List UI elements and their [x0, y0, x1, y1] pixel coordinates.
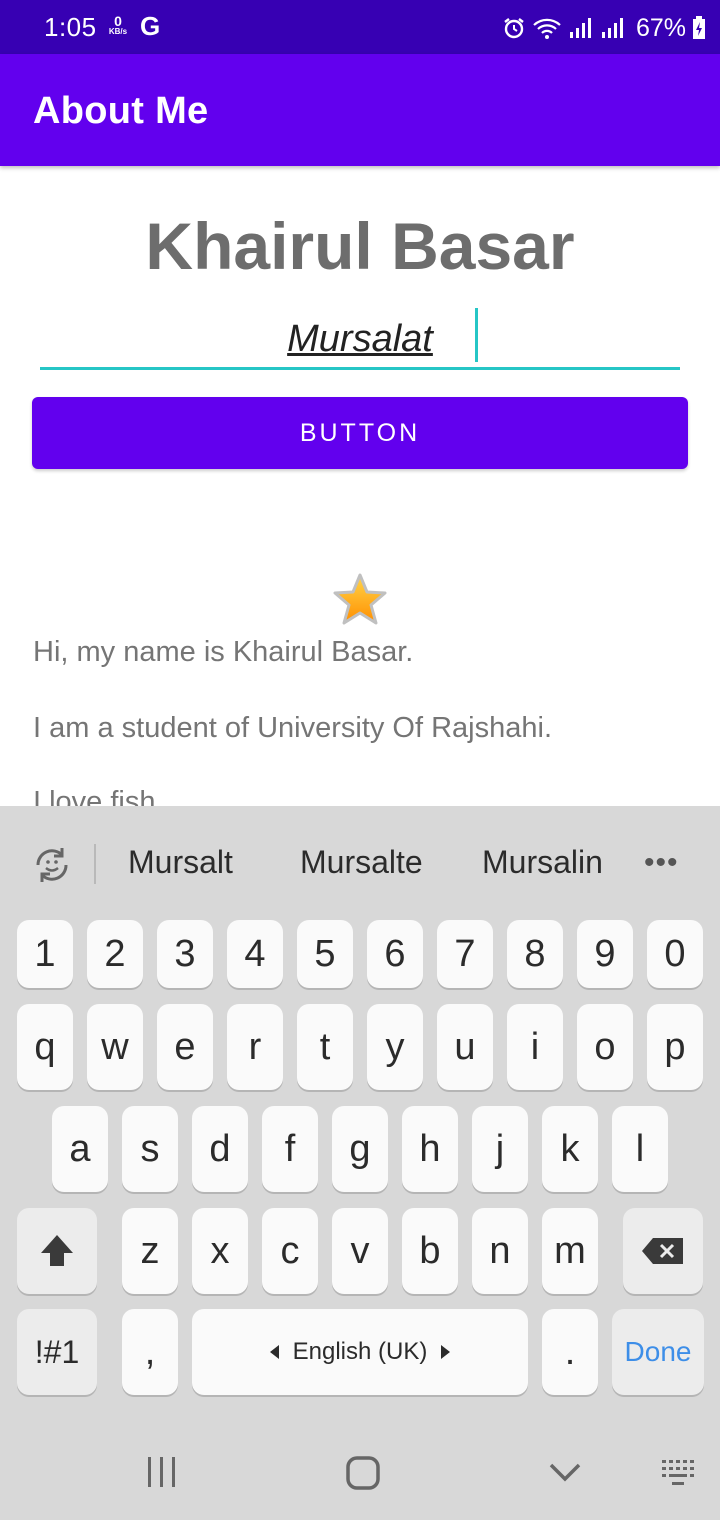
key-6[interactable]: 6: [367, 920, 423, 988]
key-t[interactable]: t: [297, 1004, 353, 1090]
network-speed: 0 KB/s: [104, 14, 132, 36]
done-key[interactable]: Done: [612, 1309, 704, 1395]
language-right-icon: [441, 1345, 451, 1359]
shift-icon: [41, 1235, 73, 1266]
app-title: About Me: [33, 90, 209, 132]
key-5[interactable]: 5: [297, 920, 353, 988]
done-button[interactable]: BUTTON: [32, 397, 688, 469]
google-icon: G: [140, 11, 161, 41]
key-4[interactable]: 4: [227, 920, 283, 988]
key-r[interactable]: r: [227, 1004, 283, 1090]
battery-icon: [693, 16, 705, 39]
key-d[interactable]: d: [192, 1106, 248, 1192]
symbols-key[interactable]: !#1: [17, 1309, 97, 1395]
key-o[interactable]: o: [577, 1004, 633, 1090]
key-3[interactable]: 3: [157, 920, 213, 988]
key-m[interactable]: m: [542, 1208, 598, 1294]
key-1[interactable]: 1: [17, 920, 73, 988]
suggestion-item[interactable]: Mursalin: [482, 844, 603, 881]
key-n[interactable]: n: [472, 1208, 528, 1294]
status-icons: 67%: [502, 14, 706, 42]
navigation-bar: [0, 1426, 720, 1520]
hide-keyboard-icon[interactable]: [548, 1454, 582, 1490]
language-left-icon: [269, 1345, 279, 1359]
nickname-input[interactable]: [40, 308, 680, 366]
star-icon: [333, 573, 387, 625]
recent-apps-icon[interactable]: [146, 1454, 178, 1490]
shift-key[interactable]: [17, 1208, 97, 1294]
suggestion-item[interactable]: Mursalte: [300, 844, 423, 881]
keyboard-switch-icon[interactable]: [660, 1454, 700, 1490]
wifi-icon: [533, 18, 561, 39]
key-v[interactable]: v: [332, 1208, 388, 1294]
battery-percent: 67%: [635, 13, 686, 42]
signal-icon: [569, 18, 591, 38]
network-speed-unit: KB/s: [108, 27, 128, 36]
key-g[interactable]: g: [332, 1106, 388, 1192]
soft-keyboard: Mursalt Mursalte Mursalin ••• 1 2 3 4 5 …: [0, 806, 720, 1520]
space-key[interactable]: English (UK): [192, 1309, 528, 1395]
space-key-label: English (UK): [292, 1338, 428, 1365]
key-u[interactable]: u: [437, 1004, 493, 1090]
app-bar: About Me: [0, 54, 720, 166]
status-bar: 1:05 0 KB/s G 67%: [0, 0, 720, 54]
text-cursor: [475, 308, 478, 362]
backspace-key[interactable]: [623, 1208, 703, 1294]
bio-text-line: I am a student of University Of Rajshahi…: [33, 712, 552, 744]
network-speed-value: 0: [114, 13, 122, 29]
comma-key[interactable]: ,: [122, 1309, 178, 1395]
key-2[interactable]: 2: [87, 920, 143, 988]
key-j[interactable]: j: [472, 1106, 528, 1192]
key-a[interactable]: a: [52, 1106, 108, 1192]
key-c[interactable]: c: [262, 1208, 318, 1294]
key-8[interactable]: 8: [507, 920, 563, 988]
alarm-icon: [504, 18, 524, 39]
more-options-icon[interactable]: •••: [644, 846, 679, 880]
nickname-field[interactable]: [40, 308, 680, 370]
name-heading: Khairul Basar: [145, 209, 575, 283]
home-icon[interactable]: [344, 1454, 382, 1492]
backspace-icon: [642, 1238, 683, 1264]
key-x[interactable]: x: [192, 1208, 248, 1294]
emoji-refresh-icon[interactable]: [30, 843, 74, 887]
key-b[interactable]: b: [402, 1208, 458, 1294]
suggestion-divider: [94, 844, 96, 884]
suggestion-bar: Mursalt Mursalte Mursalin •••: [0, 806, 720, 918]
key-0[interactable]: 0: [647, 920, 703, 988]
bio-text-line: Hi, my name is Khairul Basar.: [33, 636, 414, 668]
key-p[interactable]: p: [647, 1004, 703, 1090]
key-s[interactable]: s: [122, 1106, 178, 1192]
key-l[interactable]: l: [612, 1106, 668, 1192]
key-f[interactable]: f: [262, 1106, 318, 1192]
key-z[interactable]: z: [122, 1208, 178, 1294]
period-key[interactable]: .: [542, 1309, 598, 1395]
status-time: 1:05: [44, 12, 97, 42]
key-e[interactable]: e: [157, 1004, 213, 1090]
key-9[interactable]: 9: [577, 920, 633, 988]
key-k[interactable]: k: [542, 1106, 598, 1192]
key-i[interactable]: i: [507, 1004, 563, 1090]
suggestion-item[interactable]: Mursalt: [128, 844, 233, 881]
key-h[interactable]: h: [402, 1106, 458, 1192]
key-7[interactable]: 7: [437, 920, 493, 988]
signal-icon-secondary: [601, 18, 623, 38]
key-w[interactable]: w: [87, 1004, 143, 1090]
key-y[interactable]: y: [367, 1004, 423, 1090]
key-q[interactable]: q: [17, 1004, 73, 1090]
